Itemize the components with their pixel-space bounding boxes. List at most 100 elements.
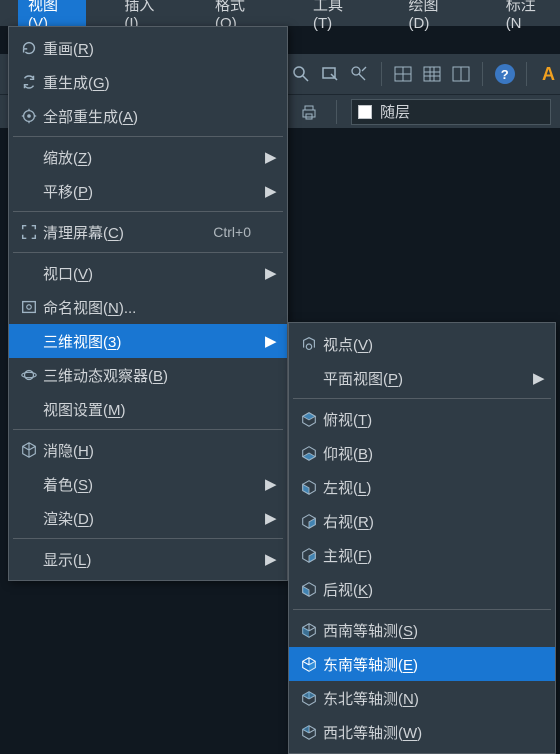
- iso-sw-icon: [295, 621, 323, 639]
- menu-item-渲染[interactable]: 渲染(D)▶: [9, 501, 287, 535]
- grid1-icon[interactable]: [392, 61, 415, 87]
- regen-icon: [15, 73, 43, 91]
- menu-item-西南等轴测[interactable]: 西南等轴测(S): [289, 613, 555, 647]
- menu-item-视点[interactable]: 视点(V): [289, 327, 555, 361]
- menu-item-label: 西南等轴测(S): [323, 620, 533, 641]
- face-front-icon: [295, 546, 323, 564]
- menubar-item-dim[interactable]: 标注(N: [496, 0, 560, 35]
- toolbar-separator: [526, 62, 527, 86]
- menu-item-label: 重画(R): [43, 38, 265, 59]
- submenu-arrow-icon: ▶: [265, 148, 279, 166]
- menu-item-三维视图[interactable]: 三维视图(3)▶: [9, 324, 287, 358]
- refresh-icon: [15, 39, 43, 57]
- menu-item-label: 缩放(Z): [43, 147, 265, 168]
- menu-item-主视[interactable]: 主视(F): [289, 538, 555, 572]
- regen-all-icon: [15, 107, 43, 125]
- submenu-arrow-icon: ▶: [533, 369, 547, 387]
- menu-item-label: 平面视图(P): [323, 368, 533, 389]
- menu-item-视口[interactable]: 视口(V)▶: [9, 256, 287, 290]
- menu-item-显示[interactable]: 显示(L)▶: [9, 542, 287, 576]
- menu-item-label: 三维视图(3): [43, 331, 265, 352]
- zoom-search-icon[interactable]: [290, 61, 313, 87]
- menu-item-东南等轴测[interactable]: 东南等轴测(E): [289, 647, 555, 681]
- menu-item-右视[interactable]: 右视(R): [289, 504, 555, 538]
- menu-item-label: 主视(F): [323, 545, 533, 566]
- menubar-item-tools[interactable]: 工具(T): [303, 0, 371, 35]
- view-menu: 重画(R)重生成(G)全部重生成(A)缩放(Z)▶平移(P)▶清理屏幕(C)Ct…: [8, 26, 288, 581]
- menu-separator: [293, 398, 551, 399]
- face-right-icon: [295, 512, 323, 530]
- menu-item-label: 右视(R): [323, 511, 533, 532]
- menu-item-label: 东南等轴测(E): [323, 654, 533, 675]
- menu-item-label: 西北等轴测(W): [323, 722, 533, 743]
- layer-selector[interactable]: 随层: [351, 99, 551, 125]
- menu-item-全部重生成[interactable]: 全部重生成(A): [9, 99, 287, 133]
- menubar-item-draw[interactable]: 绘图(D): [399, 0, 468, 35]
- menu-item-label: 三维动态观察器(B): [43, 365, 265, 386]
- menu-item-缩放[interactable]: 缩放(Z)▶: [9, 140, 287, 174]
- submenu-arrow-icon: ▶: [265, 182, 279, 200]
- menu-separator: [13, 252, 283, 253]
- menu-item-label: 显示(L): [43, 549, 265, 570]
- menu-separator: [13, 211, 283, 212]
- select-rect-icon[interactable]: [319, 61, 342, 87]
- menu-item-label: 视图设置(M): [43, 399, 265, 420]
- menu-item-清理屏幕[interactable]: 清理屏幕(C)Ctrl+0: [9, 215, 287, 249]
- menu-item-视图设置[interactable]: 视图设置(M): [9, 392, 287, 426]
- layer-color-swatch: [358, 105, 372, 119]
- menu-item-着色[interactable]: 着色(S)▶: [9, 467, 287, 501]
- menu-item-label: 视点(V): [323, 334, 533, 355]
- face-top-icon: [295, 410, 323, 428]
- menu-separator: [13, 538, 283, 539]
- menu-separator: [293, 609, 551, 610]
- zoom-arrow-icon[interactable]: [348, 61, 371, 87]
- menu-item-西北等轴测[interactable]: 西北等轴测(W): [289, 715, 555, 749]
- grid3-icon[interactable]: [449, 61, 472, 87]
- menu-item-后视[interactable]: 后视(K): [289, 572, 555, 606]
- menu-item-label: 后视(K): [323, 579, 533, 600]
- menu-item-重画[interactable]: 重画(R): [9, 31, 287, 65]
- menu-item-label: 消隐(H): [43, 440, 265, 461]
- menu-item-消隐[interactable]: 消隐(H): [9, 433, 287, 467]
- menu-separator: [13, 136, 283, 137]
- submenu-arrow-icon: ▶: [265, 475, 279, 493]
- menu-item-平面视图[interactable]: 平面视图(P)▶: [289, 361, 555, 395]
- viewpoint-icon: [295, 335, 323, 353]
- face-back-icon: [295, 580, 323, 598]
- menu-item-label: 重生成(G): [43, 72, 265, 93]
- cube-icon: [15, 441, 43, 459]
- menu-item-label: 命名视图(N)...: [43, 297, 265, 318]
- menu-item-俯视[interactable]: 俯视(T): [289, 402, 555, 436]
- orbit-icon: [15, 366, 43, 384]
- face-left-icon: [295, 478, 323, 496]
- menu-item-label: 渲染(D): [43, 508, 265, 529]
- fullscreen-icon: [15, 223, 43, 241]
- grid2-icon[interactable]: [421, 61, 444, 87]
- printer-icon[interactable]: [296, 99, 322, 125]
- menu-item-仰视[interactable]: 仰视(B): [289, 436, 555, 470]
- submenu-arrow-icon: ▶: [265, 332, 279, 350]
- text-style-icon[interactable]: A: [537, 61, 560, 87]
- menu-item-平移[interactable]: 平移(P)▶: [9, 174, 287, 208]
- menu-item-shortcut: Ctrl+0: [213, 224, 265, 240]
- menu-item-label: 着色(S): [43, 474, 265, 495]
- menu-item-三维动态观察器[interactable]: 三维动态观察器(B): [9, 358, 287, 392]
- layer-name: 随层: [380, 101, 410, 122]
- toolbar-separator: [336, 100, 337, 124]
- named-view-icon: [15, 298, 43, 316]
- menu-item-左视[interactable]: 左视(L): [289, 470, 555, 504]
- menu-item-label: 视口(V): [43, 263, 265, 284]
- menu-item-label: 全部重生成(A): [43, 106, 265, 127]
- menu-item-东北等轴测[interactable]: 东北等轴测(N): [289, 681, 555, 715]
- iso-ne-icon: [295, 689, 323, 707]
- menu-separator: [13, 429, 283, 430]
- submenu-arrow-icon: ▶: [265, 550, 279, 568]
- menu-item-命名视图[interactable]: 命名视图(N)...: [9, 290, 287, 324]
- toolbar-separator: [381, 62, 382, 86]
- 3d-view-submenu: 视点(V) 平面视图(P)▶ 俯视(T)仰视(B)左视(L) 右视(R) 主视(F) 后视…: [288, 322, 556, 754]
- menubar: 视图(V) 插入(I) 格式(O) 工具(T) 绘图(D) 标注(N: [0, 0, 560, 26]
- help-icon[interactable]: ?: [493, 61, 516, 87]
- submenu-arrow-icon: ▶: [265, 509, 279, 527]
- menu-item-重生成[interactable]: 重生成(G): [9, 65, 287, 99]
- menu-item-label: 清理屏幕(C): [43, 222, 213, 243]
